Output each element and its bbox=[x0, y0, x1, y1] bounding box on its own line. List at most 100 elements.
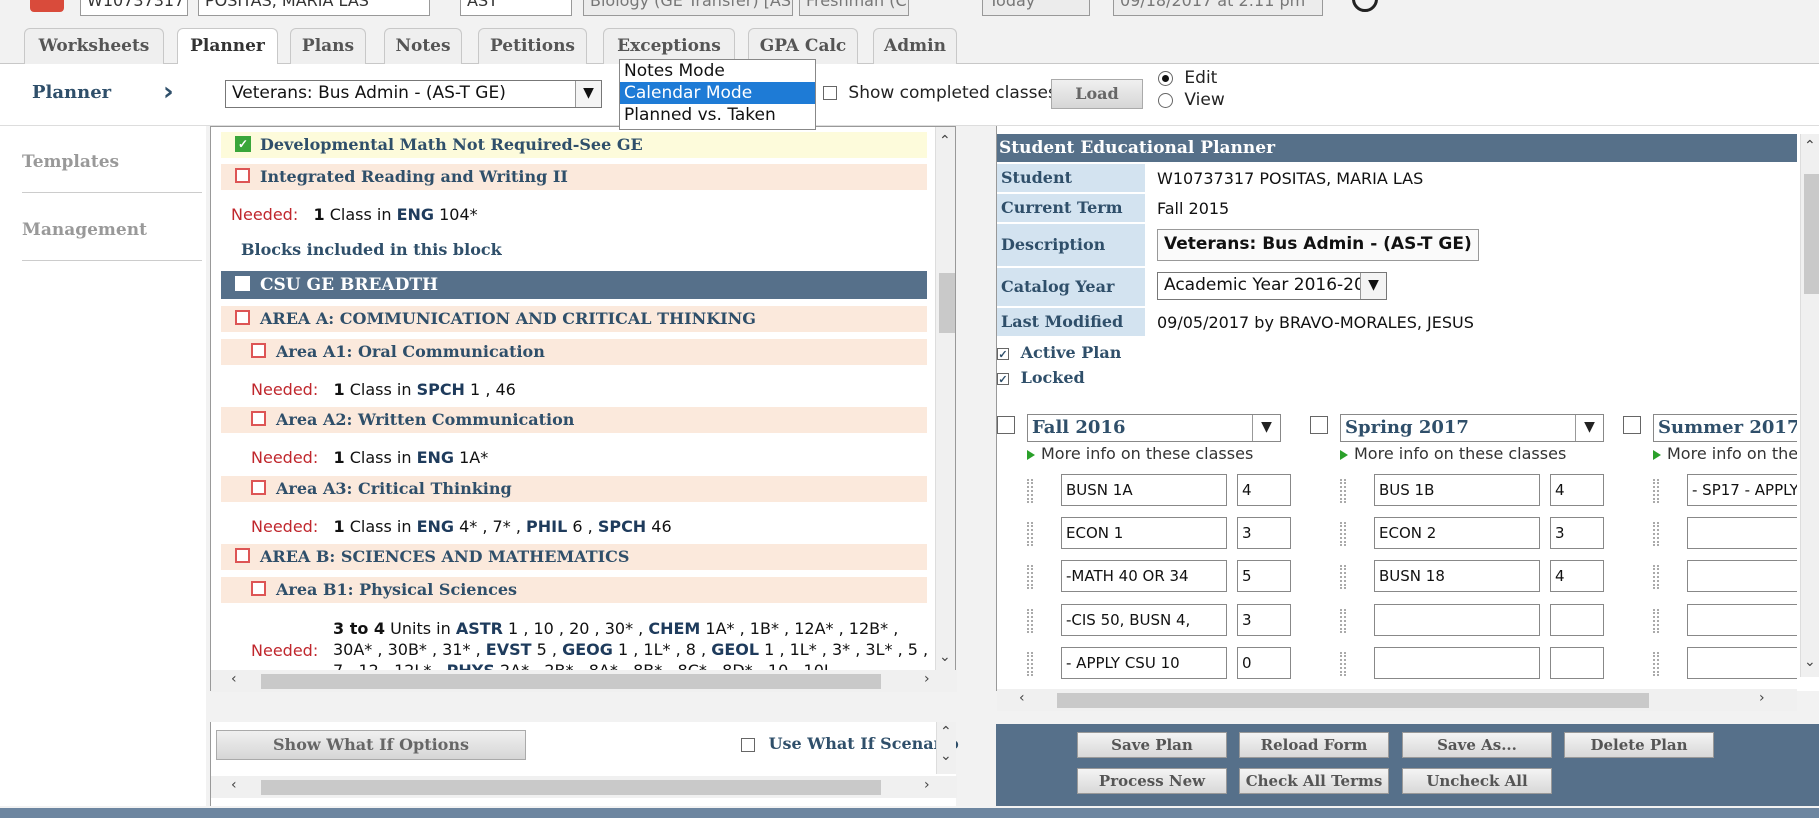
mode-option-calendar[interactable]: Calendar Mode bbox=[620, 82, 815, 104]
drag-handle-icon[interactable] bbox=[1340, 522, 1346, 546]
scroll-up-icon[interactable]: ⌃ bbox=[1804, 138, 1816, 154]
drag-handle-icon[interactable] bbox=[1027, 609, 1033, 633]
view-radio[interactable] bbox=[1158, 92, 1173, 108]
course-input[interactable] bbox=[1687, 560, 1797, 592]
drag-handle-icon[interactable] bbox=[1340, 565, 1346, 589]
drag-handle-icon[interactable] bbox=[1653, 565, 1659, 589]
scroll-down-icon[interactable]: ⌄ bbox=[939, 649, 951, 665]
drag-handle-icon[interactable] bbox=[1027, 479, 1033, 503]
requirements-scroll-area[interactable]: ✓ Developmental Math Not Required-See GE … bbox=[211, 127, 957, 692]
requirements-hscroll[interactable]: ‹ › bbox=[211, 670, 957, 692]
drag-handle-icon[interactable] bbox=[1340, 479, 1346, 503]
what-if-hscroll[interactable]: ‹ › bbox=[211, 776, 957, 798]
tab-petitions[interactable]: Petitions bbox=[478, 28, 587, 64]
show-what-if-button[interactable]: Show What If Options bbox=[216, 730, 526, 760]
active-plan-toggle[interactable]: ✓ Active Plan bbox=[997, 343, 1797, 363]
reload-form-button[interactable]: Reload Form bbox=[1239, 732, 1389, 758]
check-all-terms-button[interactable]: Check All Terms bbox=[1239, 768, 1389, 794]
process-new-button[interactable]: Process New bbox=[1077, 768, 1227, 794]
course-input[interactable] bbox=[1374, 647, 1540, 679]
course-link[interactable]: CHEM bbox=[648, 619, 700, 638]
mode-option-notes[interactable]: Notes Mode bbox=[620, 60, 815, 82]
nav-templates[interactable]: Templates bbox=[22, 152, 202, 193]
units-input[interactable]: 3 bbox=[1550, 517, 1604, 549]
course-input[interactable] bbox=[1687, 517, 1797, 549]
course-input[interactable]: -CIS 50, BUSN 4, bbox=[1061, 604, 1227, 636]
requirements-vscroll[interactable]: ⌃ ⌄ bbox=[935, 127, 955, 670]
term-select[interactable]: Spring 2017 ▼ bbox=[1340, 414, 1604, 442]
course-input[interactable]: -MATH 40 OR 34 bbox=[1061, 560, 1227, 592]
student-name-select[interactable]: POSITAS, MARIA LAS bbox=[198, 0, 430, 16]
planner-vscroll[interactable]: ⌃ ⌄ bbox=[1800, 134, 1819, 677]
drag-handle-icon[interactable] bbox=[1340, 609, 1346, 633]
course-input[interactable]: ECON 1 bbox=[1061, 517, 1227, 549]
drag-handle-icon[interactable] bbox=[1027, 652, 1033, 676]
course-input[interactable]: BUSN 18 bbox=[1374, 560, 1540, 592]
locked-toggle[interactable]: ✓ Locked bbox=[997, 368, 1797, 388]
uncheck-all-button[interactable]: Uncheck All bbox=[1402, 768, 1552, 794]
scroll-right-icon[interactable]: › bbox=[924, 671, 930, 687]
planner-hscroll[interactable]: ‹ › bbox=[997, 689, 1797, 711]
scroll-thumb[interactable] bbox=[1057, 693, 1649, 708]
course-link[interactable]: GEOG bbox=[562, 640, 613, 659]
units-input[interactable]: 0 bbox=[1237, 647, 1291, 679]
course-link[interactable]: SPCH bbox=[598, 517, 646, 536]
course-link[interactable]: GEOL bbox=[711, 640, 759, 659]
course-input[interactable]: ECON 2 bbox=[1374, 517, 1540, 549]
use-what-if-toggle[interactable]: Use What If Scenario bbox=[741, 734, 959, 753]
chevron-down-icon[interactable]: ▼ bbox=[1360, 273, 1386, 299]
course-input[interactable]: - SP17 - APPLY bbox=[1687, 474, 1797, 506]
course-link[interactable]: EVST bbox=[486, 640, 532, 659]
catalog-year-select[interactable]: Academic Year 2016-2017 ▼ bbox=[1157, 272, 1387, 300]
course-input[interactable] bbox=[1687, 647, 1797, 679]
more-info-link[interactable]: More info on the bbox=[1653, 444, 1797, 463]
plan-description-field[interactable]: Veterans: Bus Admin - (AS-T GE) bbox=[1157, 229, 1479, 261]
course-link[interactable]: PHIL bbox=[526, 517, 567, 536]
scroll-up-icon[interactable]: ⌃ bbox=[939, 133, 951, 149]
what-if-vscroll[interactable]: ⌃ ⌄ bbox=[936, 722, 956, 774]
mode-option-planned-vs-taken[interactable]: Planned vs. Taken bbox=[620, 104, 815, 126]
course-input[interactable] bbox=[1374, 604, 1540, 636]
units-input[interactable]: 5 bbox=[1237, 560, 1291, 592]
nav-management[interactable]: Management bbox=[22, 220, 202, 261]
term-select[interactable]: Fall 2016 ▼ bbox=[1027, 414, 1281, 442]
student-id-field[interactable]: W10737317 bbox=[80, 0, 188, 16]
edit-radio[interactable] bbox=[1158, 70, 1173, 86]
degree-select[interactable]: AST bbox=[460, 0, 572, 16]
course-input[interactable] bbox=[1687, 604, 1797, 636]
tab-planner[interactable]: Planner bbox=[177, 28, 278, 65]
drag-handle-icon[interactable] bbox=[1653, 479, 1659, 503]
use-what-if-checkbox[interactable] bbox=[741, 737, 755, 752]
tab-plans[interactable]: Plans bbox=[290, 28, 366, 64]
plan-template-select[interactable]: Veterans: Bus Admin - (AS-T GE) ▼ bbox=[225, 80, 602, 108]
save-as-button[interactable]: Save As... bbox=[1402, 732, 1552, 758]
units-input[interactable] bbox=[1550, 647, 1604, 679]
units-input[interactable]: 3 bbox=[1237, 517, 1291, 549]
drag-handle-icon[interactable] bbox=[1653, 609, 1659, 633]
more-info-link[interactable]: More info on these classes bbox=[1027, 444, 1253, 463]
course-link[interactable]: ENG bbox=[417, 448, 454, 467]
tab-worksheets[interactable]: Worksheets bbox=[24, 28, 164, 64]
drag-handle-icon[interactable] bbox=[1027, 565, 1033, 589]
refresh-icon[interactable] bbox=[1352, 0, 1378, 12]
scroll-thumb[interactable] bbox=[1804, 174, 1819, 294]
chevron-down-icon[interactable]: ▼ bbox=[575, 81, 601, 107]
course-input[interactable]: - APPLY CSU 10 bbox=[1061, 647, 1227, 679]
units-input[interactable] bbox=[1550, 604, 1604, 636]
course-link[interactable]: SPCH bbox=[417, 380, 465, 399]
drag-handle-icon[interactable] bbox=[1653, 652, 1659, 676]
active-plan-checkbox[interactable]: ✓ bbox=[997, 347, 1009, 360]
scroll-up-icon[interactable]: ⌃ bbox=[940, 724, 952, 740]
course-link[interactable]: ENG bbox=[417, 517, 454, 536]
scroll-thumb[interactable] bbox=[261, 674, 881, 689]
save-plan-button[interactable]: Save Plan bbox=[1077, 732, 1227, 758]
course-link[interactable]: ENG bbox=[397, 205, 434, 224]
units-input[interactable]: 4 bbox=[1237, 474, 1291, 506]
units-input[interactable]: 4 bbox=[1550, 474, 1604, 506]
locked-checkbox[interactable]: ✓ bbox=[997, 372, 1009, 385]
chevron-down-icon[interactable]: ▼ bbox=[1252, 415, 1280, 441]
course-input[interactable]: BUSN 1A bbox=[1061, 474, 1227, 506]
term-checkbox[interactable] bbox=[1623, 416, 1641, 434]
scroll-left-icon[interactable]: ‹ bbox=[231, 671, 237, 687]
units-input[interactable]: 4 bbox=[1550, 560, 1604, 592]
